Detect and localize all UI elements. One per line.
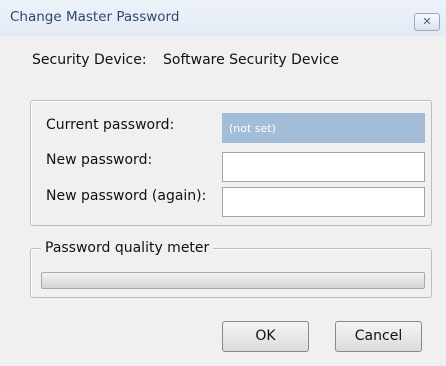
- security-device-label: Security Device:: [32, 52, 147, 68]
- new-password-field[interactable]: [222, 152, 425, 182]
- close-icon: ✕: [422, 15, 432, 28]
- ok-button[interactable]: OK: [222, 321, 309, 352]
- close-button[interactable]: ✕: [414, 13, 440, 31]
- cancel-button[interactable]: Cancel: [335, 321, 422, 352]
- title-bar: Change Master Password ✕: [0, 0, 446, 36]
- change-master-password-dialog: Change Master Password ✕ Security Device…: [0, 0, 446, 366]
- current-password-label: Current password:: [46, 117, 175, 133]
- password-quality-meter: [41, 272, 425, 289]
- security-device-value: Software Security Device: [163, 52, 339, 68]
- current-password-field: [222, 113, 425, 143]
- new-password-again-label: New password (again):: [46, 188, 207, 204]
- window-title: Change Master Password: [10, 9, 180, 25]
- security-device-row: Security Device: Software Security Devic…: [32, 52, 339, 68]
- new-password-label: New password:: [46, 152, 153, 168]
- quality-meter-legend: Password quality meter: [41, 240, 214, 256]
- new-password-again-field[interactable]: [222, 187, 425, 217]
